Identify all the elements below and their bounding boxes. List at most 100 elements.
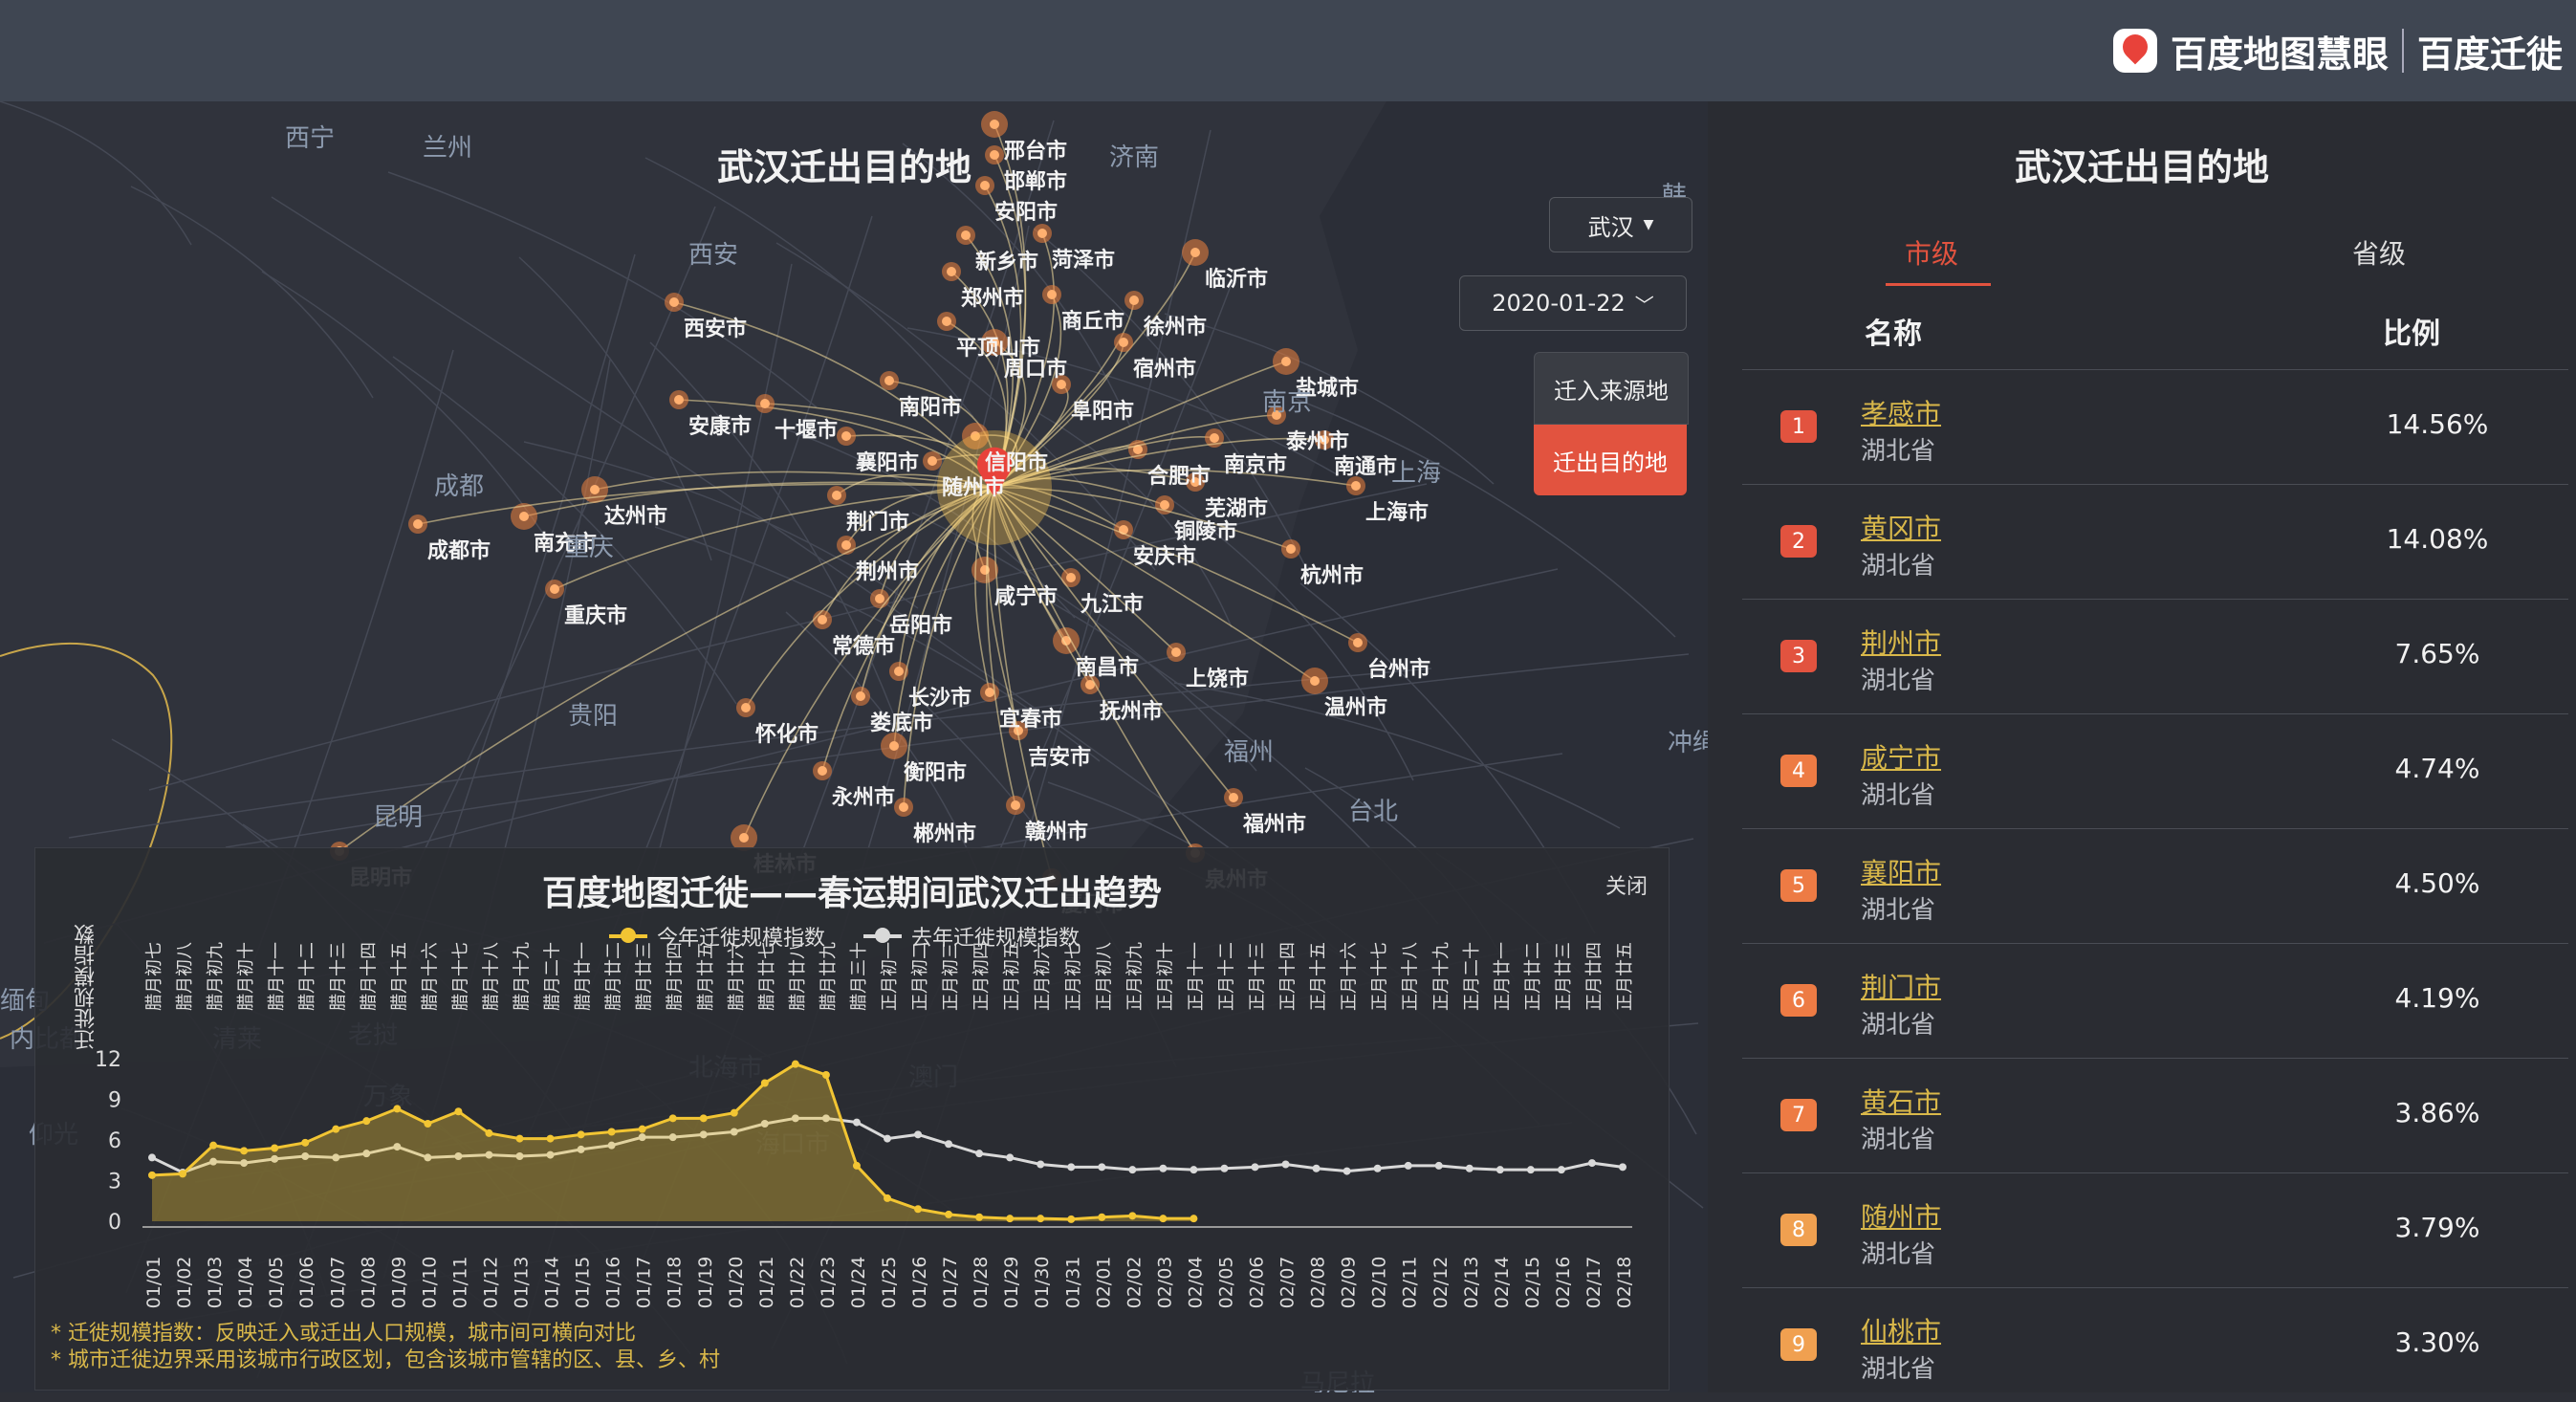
- list-item[interactable]: 2 黄冈市 湖北省 14.08%: [1742, 484, 2568, 599]
- city-dot: [841, 431, 851, 441]
- lunar-tick-label: 腊月十六: [420, 942, 440, 1011]
- list-item[interactable]: 6 荆门市 湖北省 4.19%: [1742, 943, 2568, 1058]
- data-point-last: [1434, 1161, 1443, 1170]
- lunar-tick-label: 腊月初八: [175, 942, 195, 1011]
- y-tick-label: 0: [108, 1211, 121, 1235]
- city-link[interactable]: 黄石市: [1861, 1082, 1941, 1120]
- region-label: 上海: [1391, 459, 1442, 488]
- brand-name: 百度地图慧眼: [2170, 33, 2389, 76]
- data-point-current: [914, 1205, 923, 1214]
- region-label: 西宁: [285, 124, 336, 153]
- x-tick-label: 01/03: [205, 1257, 226, 1309]
- province-label: 湖北省: [1861, 1355, 1936, 1384]
- x-tick-label: 01/12: [480, 1257, 501, 1309]
- lunar-tick-label: 腊月十七: [450, 942, 470, 1011]
- data-point-current: [668, 1114, 677, 1123]
- city-label: 周口市: [1004, 358, 1068, 382]
- city-link[interactable]: 荆州市: [1861, 623, 1941, 661]
- x-tick-label: 02/12: [1430, 1257, 1452, 1309]
- lunar-tick-label: 腊月初九: [206, 942, 226, 1011]
- note-2: * 城市迁徙边界采用该城市行政区划，包含该城市管辖的区、县、乡、村: [51, 1348, 720, 1372]
- city-dot: [894, 667, 904, 676]
- chart-notes: * 迁徙规模指数：反映迁入或迁出人口规模，城市间可横向对比 * 城市迁徙边界采用…: [51, 1321, 720, 1374]
- city-link[interactable]: 襄阳市: [1861, 852, 1941, 890]
- list-item[interactable]: 9 仙桃市 湖北省 3.30%: [1742, 1287, 2568, 1402]
- data-point-current: [884, 1194, 891, 1202]
- list-item[interactable]: 1 孝感市 湖北省 14.56%: [1742, 369, 2568, 484]
- city-select[interactable]: 武汉 ▼: [1549, 197, 1692, 252]
- data-point-current: [179, 1170, 187, 1178]
- province-label: 湖北省: [1861, 552, 1936, 581]
- province-label: 湖北省: [1861, 1011, 1936, 1040]
- outbound-destination-button[interactable]: 迁出目的地: [1534, 425, 1687, 495]
- lunar-tick-label: 正月初八: [1094, 942, 1114, 1011]
- city-dot: [1160, 500, 1169, 510]
- list-item[interactable]: 3 荆州市 湖北省 7.65%: [1742, 599, 2568, 713]
- data-point-last: [1128, 1166, 1137, 1174]
- list-item[interactable]: 7 黄石市 湖北省 3.86%: [1742, 1058, 2568, 1172]
- data-point-last: [1465, 1164, 1474, 1172]
- city-label: 襄阳市: [856, 451, 920, 475]
- date-picker[interactable]: 2020-01-22 ﹀: [1459, 275, 1687, 331]
- data-point-last: [1281, 1160, 1290, 1169]
- lunar-tick-label: 腊月二十: [543, 942, 563, 1011]
- city-label: 上饶市: [1186, 668, 1250, 691]
- city-link[interactable]: 荆门市: [1861, 967, 1941, 1005]
- data-point-current: [240, 1147, 249, 1155]
- data-point-last: [1098, 1163, 1106, 1172]
- data-point-current: [148, 1171, 156, 1179]
- ratio-value: 4.74%: [2394, 753, 2480, 784]
- lunar-tick-label: 腊月初十: [236, 942, 256, 1011]
- x-tick-label: 02/02: [1124, 1257, 1145, 1309]
- legend-item-last[interactable]: 去年迁徙规模指数: [863, 921, 1080, 952]
- x-tick-label: 02/03: [1154, 1257, 1175, 1309]
- city-link[interactable]: 仙桃市: [1861, 1311, 1941, 1349]
- city-link[interactable]: 随州市: [1861, 1196, 1941, 1235]
- city-link[interactable]: 黄冈市: [1861, 508, 1941, 546]
- list-item[interactable]: 5 襄阳市 湖北省 4.50%: [1742, 828, 2568, 943]
- lunar-tick-label: 腊月十一: [267, 942, 287, 1011]
- data-point-current: [1098, 1213, 1106, 1221]
- top-bar: 百度地图慧眼 百度迁徙: [0, 0, 2576, 101]
- ratio-value: 3.86%: [2394, 1097, 2480, 1128]
- city-label: 西安市: [684, 318, 748, 341]
- province-label: 湖北省: [1861, 781, 1936, 810]
- lunar-tick-label: 正月廿三: [1554, 942, 1574, 1011]
- ranking-list: 1 孝感市 湖北省 14.56% 2 黄冈市 湖北省 14.08% 3 荆州市 湖北省 7.65% 4 咸…: [1742, 369, 2568, 1402]
- lunar-tick-label: 正月廿四: [1584, 942, 1605, 1011]
- city-dot: [1171, 647, 1181, 657]
- data-point-last: [1526, 1166, 1535, 1174]
- city-label: 咸宁市: [994, 585, 1059, 609]
- x-tick-label: 01/17: [634, 1257, 655, 1309]
- x-tick-label: 02/16: [1553, 1257, 1574, 1309]
- city-link[interactable]: 咸宁市: [1861, 737, 1941, 776]
- data-point-current: [760, 1079, 769, 1087]
- city-label: 赣州市: [1025, 821, 1089, 844]
- data-point-current: [332, 1125, 340, 1133]
- active-tab-underline: [1886, 283, 1991, 286]
- city-dot: [1047, 290, 1057, 299]
- city-label: 荆门市: [846, 511, 910, 535]
- data-point-current: [393, 1105, 402, 1113]
- city-label: 合肥市: [1147, 465, 1212, 489]
- city-dot: [1310, 676, 1320, 686]
- inbound-source-button[interactable]: 迁入来源地: [1534, 352, 1689, 425]
- city-link[interactable]: 孝感市: [1861, 393, 1941, 431]
- x-tick-label: 02/06: [1247, 1257, 1268, 1309]
- lunar-tick-label: 腊月三十: [849, 942, 869, 1011]
- lunar-tick-label: 正月十五: [1309, 942, 1329, 1011]
- close-button[interactable]: 关闭: [1605, 869, 1648, 900]
- x-tick-label: 02/09: [1339, 1257, 1360, 1309]
- data-point-current: [362, 1117, 371, 1126]
- tab-city-level[interactable]: 市级: [1905, 233, 1958, 272]
- list-item[interactable]: 8 随州市 湖北省 3.79%: [1742, 1172, 2568, 1287]
- legend-item-current[interactable]: 今年迁徙规模指数: [609, 921, 825, 952]
- list-item[interactable]: 4 咸宁市 湖北省 4.74%: [1742, 713, 2568, 828]
- migration-map[interactable]: 邢台市 邯郸市 安阳市 新乡市 菏泽市 临沂市 郑州市 商丘市 徐州市 平顶山市 周口市 宿州市 西安市…: [0, 101, 1708, 1392]
- data-point-last: [1037, 1160, 1045, 1169]
- region-label: 兰州: [423, 134, 473, 163]
- tab-province-level[interactable]: 省级: [2352, 233, 2406, 272]
- trend-panel: 12 9 6 3 0 01/01 腊月初七 01/02 腊月初八 01/03 腊月初九 01/04 腊月…: [34, 847, 1670, 1391]
- lunar-tick-label: 腊月十五: [389, 942, 409, 1011]
- ratio-value: 4.19%: [2394, 982, 2480, 1014]
